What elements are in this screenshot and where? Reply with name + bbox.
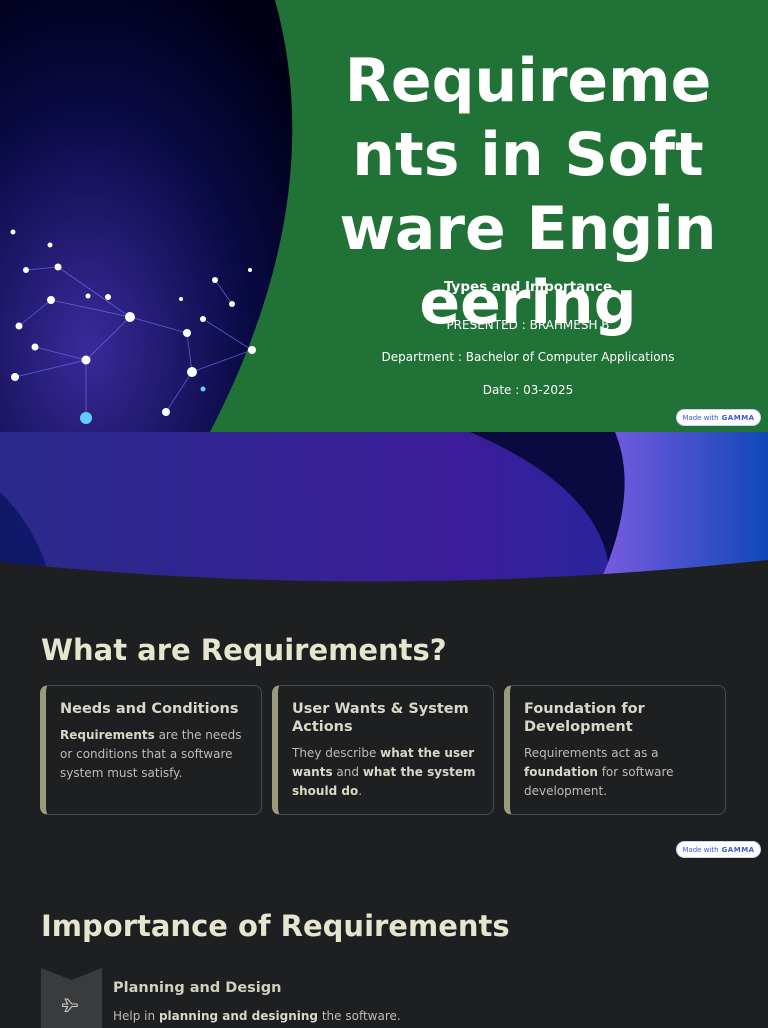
presenter: PRESENTED : BRAHMESH B (446, 318, 610, 332)
airplane-icon (62, 998, 78, 1013)
made-with-label: Made with (682, 413, 719, 422)
section-heading-what-are-requirements: What are Requirements? (41, 633, 447, 667)
date: Date : 03-2025 (482, 383, 574, 397)
card-user-wants: User Wants & System Actions They describ… (272, 685, 494, 815)
made-with-gamma-badge[interactable]: Made with GAMMA (676, 841, 761, 858)
card-text: Requirements act as a foundation for sof… (524, 746, 674, 798)
card-needs-and-conditions: Needs and Conditions Requirements are th… (40, 685, 262, 815)
card-title: Needs and Conditions (60, 701, 239, 717)
abstract-banner-image (0, 432, 768, 592)
network-background-image (0, 0, 293, 432)
subtitle: Types and Importance (443, 279, 613, 295)
card-text: Requirements are the needs or conditions… (60, 728, 242, 780)
made-with-gamma-badge[interactable]: Made with GAMMA (676, 409, 761, 426)
presentation-title: Requirements in Software Engineering (339, 46, 717, 338)
card-title: User Wants & System Actions (292, 701, 469, 735)
card-foundation: Foundation for Development Requirements … (504, 685, 726, 815)
card-text: They describe what the user wants and wh… (292, 746, 476, 798)
section-heading-importance: Importance of Requirements (41, 909, 510, 943)
made-with-label: Made with (682, 845, 719, 854)
item-title: Planning and Design (113, 980, 282, 996)
gamma-logo: GAMMA (721, 845, 755, 854)
card-title: Foundation for Development (524, 701, 645, 735)
department: Department : Bachelor of Computer Applic… (381, 350, 675, 364)
title-slide: Requirements in Software Engineering Typ… (0, 0, 768, 432)
item-text: Help in planning and designing the softw… (113, 1009, 401, 1023)
gamma-logo: GAMMA (721, 413, 755, 422)
